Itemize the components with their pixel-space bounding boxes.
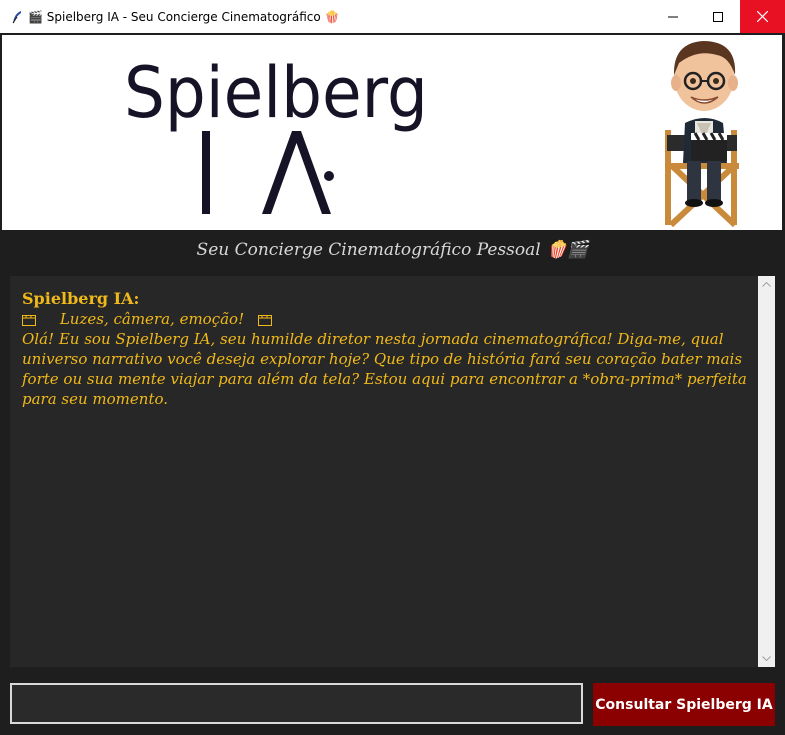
header-banner: Spielberg (2, 35, 782, 230)
message-body: Olá! Eu sou Spielberg IA, seu humilde di… (22, 330, 747, 408)
scroll-down-arrow-icon[interactable] (758, 650, 775, 667)
minimize-icon (667, 16, 678, 17)
film-icon (258, 311, 273, 326)
page-subtitle: Seu Concierge Cinematográfico Pessoal 🍿🎬 (196, 240, 589, 260)
director-mascot-image (657, 35, 757, 230)
film-icon (22, 311, 36, 326)
minimize-button[interactable] (650, 0, 695, 33)
scroll-up-arrow-icon[interactable] (758, 276, 775, 293)
logo-wordmark: Spielberg (124, 52, 428, 134)
chat-message: Spielberg IA: Luzes, câmera, emoção! Olá… (22, 289, 757, 409)
feather-icon (10, 10, 24, 24)
chat-scrollbar[interactable] (758, 276, 775, 667)
logo-ia-mark (198, 129, 338, 223)
close-button[interactable] (740, 0, 785, 33)
message-tagline: Luzes, câmera, emoção! (59, 310, 245, 328)
message-sender: Spielberg IA: (22, 289, 140, 308)
maximize-icon (712, 11, 723, 22)
chat-history-panel[interactable]: Spielberg IA: Luzes, câmera, emoção! Olá… (10, 276, 775, 667)
consult-button[interactable]: Consultar Spielberg IA (593, 683, 775, 726)
question-input[interactable] (10, 683, 583, 724)
message-tagline-line: Luzes, câmera, emoção! (22, 309, 757, 329)
maximize-button[interactable] (695, 0, 740, 33)
window-title: 🎬 Spielberg IA - Seu Concierge Cinematog… (28, 9, 340, 24)
close-icon (757, 11, 768, 22)
window-title-bar[interactable]: 🎬 Spielberg IA - Seu Concierge Cinematog… (0, 0, 785, 33)
